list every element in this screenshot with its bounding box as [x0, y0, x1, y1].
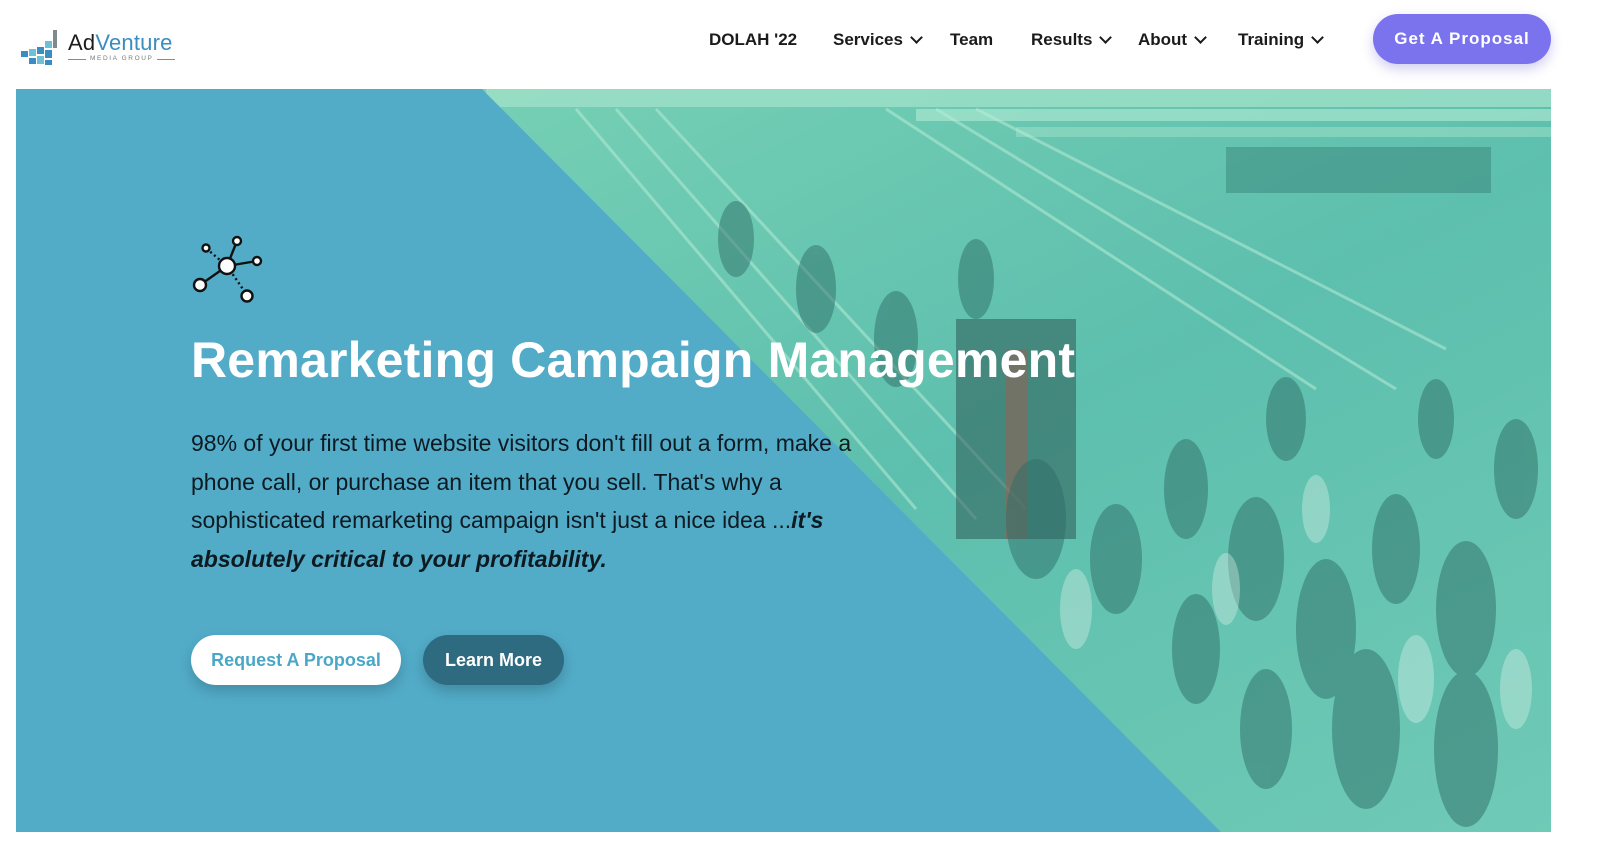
nav-item-services[interactable]: Services — [833, 25, 923, 55]
request-proposal-button[interactable]: Request A Proposal — [191, 635, 401, 685]
learn-more-button[interactable]: Learn More — [423, 635, 564, 685]
nav-item-label: DOLAH '22 — [709, 30, 798, 49]
page-title: Remarketing Campaign Management — [191, 332, 1076, 388]
chevron-down-icon — [1099, 31, 1113, 44]
logo-subtitle: MEDIA GROUP — [90, 55, 154, 62]
nav-item-results[interactable]: Results — [1031, 25, 1113, 55]
nav-item-label: Results — [1031, 30, 1093, 49]
chevron-down-icon — [1194, 31, 1207, 44]
nav-item-team[interactable]: Team — [950, 25, 993, 55]
nav-item-about[interactable]: About — [1138, 25, 1207, 55]
nav-item-dolah[interactable]: DOLAH '22 — [709, 25, 797, 55]
network-nodes-icon — [192, 235, 263, 303]
chevron-down-icon — [910, 31, 923, 44]
chevron-down-icon — [1311, 31, 1324, 44]
hero-section: Remarketing Campaign Management 98% of y… — [16, 89, 1551, 832]
nav-item-label: About — [1138, 30, 1188, 49]
nav-item-label: Services — [833, 30, 903, 49]
logo-rule-left — [68, 58, 86, 60]
get-proposal-button[interactable]: Get A Proposal — [1373, 14, 1551, 64]
nav-item-label: Team — [950, 30, 994, 49]
main-nav: DOLAH '22 Services Team Results About Tr… — [0, 25, 1600, 55]
hero-description-text: 98% of your first time website visitors … — [191, 430, 852, 533]
site-header: AdVenture MEDIA GROUP DOLAH '22 Services… — [0, 0, 1600, 90]
nav-item-training[interactable]: Training — [1238, 25, 1324, 55]
logo-subtitle-row: MEDIA GROUP — [68, 55, 176, 63]
hero-description: 98% of your first time website visitors … — [191, 424, 891, 578]
nav-item-label: Training — [1238, 30, 1305, 49]
logo-rule-right — [157, 58, 176, 60]
